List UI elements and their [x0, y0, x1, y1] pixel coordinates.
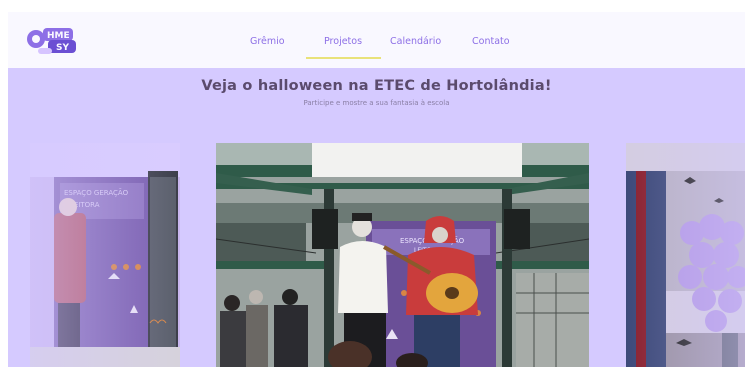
svg-text:HME: HME	[47, 31, 70, 41]
halloween-photo-main: ESPAÇO GERAÇÃO LEITORA	[216, 143, 589, 367]
page: HME SY Grêmio Projetos Calendário Contat…	[8, 12, 745, 367]
slide-fade-right	[626, 143, 745, 367]
carousel-slide-next[interactable]	[626, 143, 745, 367]
carousel-slide-current[interactable]: ESPAÇO GERAÇÃO LEITORA	[216, 143, 589, 367]
nav-gremio[interactable]: Grêmio	[250, 32, 285, 51]
hero-title: Veja o halloween na ETEC de Hortolândia!	[201, 78, 552, 94]
site-header: HME SY Grêmio Projetos Calendário Contat…	[8, 12, 745, 68]
slide-fade-left	[30, 143, 180, 367]
nav-calendario[interactable]: Calendário	[390, 32, 441, 51]
nav-contato[interactable]: Contato	[472, 32, 510, 51]
hero-section: Veja o halloween na ETEC de Hortolândia!…	[8, 68, 745, 367]
site-logo[interactable]: HME SY	[26, 23, 84, 57]
nav-projetos[interactable]: Projetos	[324, 32, 362, 51]
hero-subtitle: Participe e mostre a sua fantasia à esco…	[303, 99, 450, 107]
logo-icon: HME SY	[27, 28, 76, 54]
carousel-slide-previous[interactable]: ESPAÇO GERAÇÃO LEITORA	[30, 143, 180, 367]
svg-text:SY: SY	[56, 43, 69, 53]
active-nav-underline	[306, 57, 381, 59]
